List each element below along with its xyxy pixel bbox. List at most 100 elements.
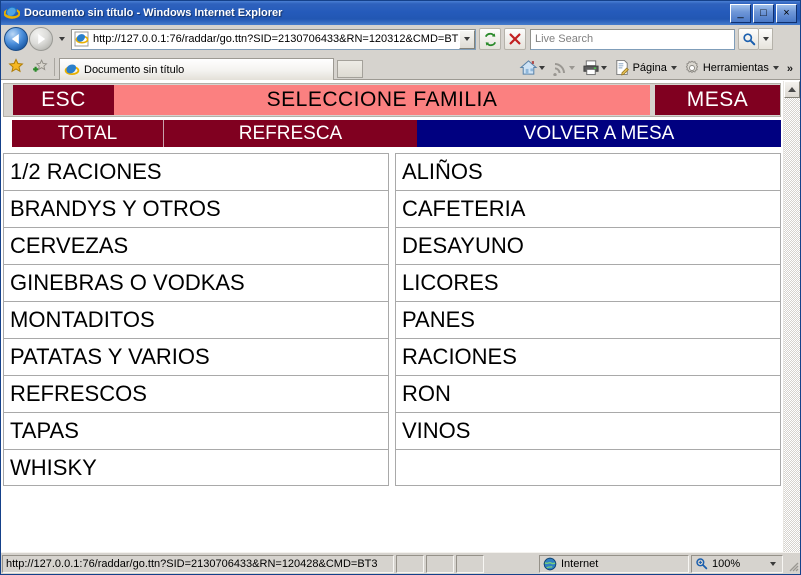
feeds-dropdown-button[interactable] <box>568 66 575 70</box>
page-menu-button[interactable]: Página <box>612 59 682 76</box>
tools-menu-button[interactable]: Herramientas <box>682 60 784 76</box>
pos-family-selection-page: ESC SELECCIONE FAMILIA MESA TOTAL REFRES… <box>1 81 783 552</box>
family-item[interactable]: ALIÑOS <box>395 153 781 190</box>
family-item-empty <box>395 449 781 486</box>
family-item[interactable]: DESAYUNO <box>395 227 781 264</box>
command-bar-overflow-button[interactable]: » <box>787 63 793 75</box>
volver-a-mesa-button[interactable]: VOLVER A MESA <box>417 120 781 147</box>
recent-pages-button[interactable] <box>53 37 71 41</box>
status-bar: http://127.0.0.1:76/raddar/go.ttn?SID=21… <box>1 552 800 574</box>
chevron-down-icon <box>670 65 677 70</box>
scroll-up-button[interactable] <box>784 81 800 98</box>
window-title: Documento sin título - Windows Internet … <box>24 7 283 19</box>
globe-icon <box>543 557 557 571</box>
mesa-button[interactable]: MESA <box>650 85 780 115</box>
zoom-dropdown-button[interactable] <box>770 561 779 566</box>
search-submit-button[interactable] <box>738 28 759 50</box>
search-icon <box>742 32 756 46</box>
chevron-down-icon <box>772 66 779 70</box>
esc-button[interactable]: ESC <box>13 85 114 115</box>
forward-arrow-icon <box>38 34 46 44</box>
status-panel-blank-2 <box>426 554 454 573</box>
zoom-panel[interactable]: 100% <box>691 554 783 573</box>
page-favicon-icon <box>74 31 90 47</box>
total-button[interactable]: TOTAL <box>12 120 164 147</box>
zoom-magnifier-icon <box>695 557 708 570</box>
refresh-button[interactable] <box>479 28 501 50</box>
status-panel-blank-3 <box>456 554 484 573</box>
pos-action-bar: TOTAL REFRESCA VOLVER A MESA <box>12 120 781 147</box>
page-viewport: ESC SELECCIONE FAMILIA MESA TOTAL REFRES… <box>1 80 800 552</box>
window-controls: _ □ × <box>730 3 798 23</box>
window-resize-grip[interactable] <box>785 556 799 572</box>
stop-button[interactable] <box>504 28 526 50</box>
family-item[interactable]: PANES <box>395 301 781 338</box>
family-item[interactable]: PATATAS Y VARIOS <box>3 338 389 375</box>
family-item[interactable]: LICORES <box>395 264 781 301</box>
home-dropdown-button[interactable] <box>538 65 545 70</box>
tab-and-command-bar: Documento sin título Página Herramientas… <box>1 53 800 80</box>
printer-icon <box>582 59 600 76</box>
address-bar-value: http://127.0.0.1:76/raddar/go.ttn?SID=21… <box>93 33 459 45</box>
print-button[interactable] <box>580 59 612 76</box>
page-menu-caret[interactable] <box>670 65 677 70</box>
home-button[interactable] <box>517 59 550 76</box>
family-item[interactable]: RACIONES <box>395 338 781 375</box>
family-item[interactable]: CERVEZAS <box>3 227 389 264</box>
tab-label: Documento sin título <box>84 63 185 76</box>
family-item[interactable]: TAPAS <box>3 412 389 449</box>
home-icon <box>519 59 538 76</box>
chevron-down-icon <box>59 37 65 41</box>
refresca-button[interactable]: REFRESCA <box>164 120 417 147</box>
chevron-down-icon <box>464 37 470 41</box>
add-to-favorites-button[interactable] <box>28 55 52 77</box>
add-favorite-icon <box>32 58 48 74</box>
security-zone-panel[interactable]: Internet <box>539 554 689 573</box>
family-item[interactable]: CAFETERIA <box>395 190 781 227</box>
address-bar[interactable]: http://127.0.0.1:76/raddar/go.ttn?SID=21… <box>71 28 476 50</box>
tab-favicon-icon <box>64 62 80 78</box>
gear-icon <box>684 60 700 76</box>
scrollbar-track[interactable] <box>784 98 800 552</box>
chevron-down-icon <box>538 65 545 70</box>
pos-header-bar: ESC SELECCIONE FAMILIA MESA <box>3 83 781 117</box>
back-arrow-icon <box>11 34 19 44</box>
family-column-right: ALIÑOS CAFETERIA DESAYUNO LICORES PANES … <box>392 153 781 486</box>
ie-logo-icon <box>4 5 20 21</box>
close-icon: × <box>783 6 790 19</box>
favorites-center-button[interactable] <box>4 55 28 77</box>
family-item[interactable]: REFRESCOS <box>3 375 389 412</box>
maximize-button[interactable]: □ <box>753 3 774 23</box>
feeds-button[interactable] <box>550 60 580 76</box>
new-tab-button[interactable] <box>337 60 363 78</box>
window-titlebar[interactable]: Documento sin título - Windows Internet … <box>1 1 800 25</box>
forward-button[interactable] <box>29 27 53 51</box>
chevron-down-icon <box>762 37 769 41</box>
family-item[interactable]: VINOS <box>395 412 781 449</box>
rss-feed-icon <box>552 60 568 76</box>
zoom-level-label: 100% <box>712 557 741 570</box>
page-icon <box>614 59 630 76</box>
chevron-down-icon <box>600 65 607 70</box>
address-dropdown-button[interactable] <box>459 29 475 49</box>
family-item[interactable]: WHISKY <box>3 449 389 486</box>
family-item[interactable]: MONTADITOS <box>3 301 389 338</box>
family-item[interactable]: BRANDYS Y OTROS <box>3 190 389 227</box>
search-input[interactable]: Live Search <box>530 28 735 50</box>
search-provider-button[interactable] <box>759 28 773 50</box>
back-button[interactable] <box>4 27 28 51</box>
minimize-button[interactable]: _ <box>730 3 751 23</box>
family-column-left: 1/2 RACIONES BRANDYS Y OTROS CERVEZAS GI… <box>3 153 392 486</box>
family-item[interactable]: 1/2 RACIONES <box>3 153 389 190</box>
print-dropdown-button[interactable] <box>600 65 607 70</box>
family-item[interactable]: RON <box>395 375 781 412</box>
refresh-icon <box>483 32 498 47</box>
page-title: SELECCIONE FAMILIA <box>114 85 650 115</box>
family-item[interactable]: GINEBRAS O VODKAS <box>3 264 389 301</box>
tab-documento-sin-titulo[interactable]: Documento sin título <box>59 58 334 80</box>
minimize-icon: _ <box>737 6 744 19</box>
page-scrollbar-vertical[interactable] <box>783 81 800 552</box>
tools-menu-caret[interactable] <box>772 66 779 70</box>
toolbar-divider <box>54 58 55 76</box>
close-button[interactable]: × <box>776 3 797 23</box>
